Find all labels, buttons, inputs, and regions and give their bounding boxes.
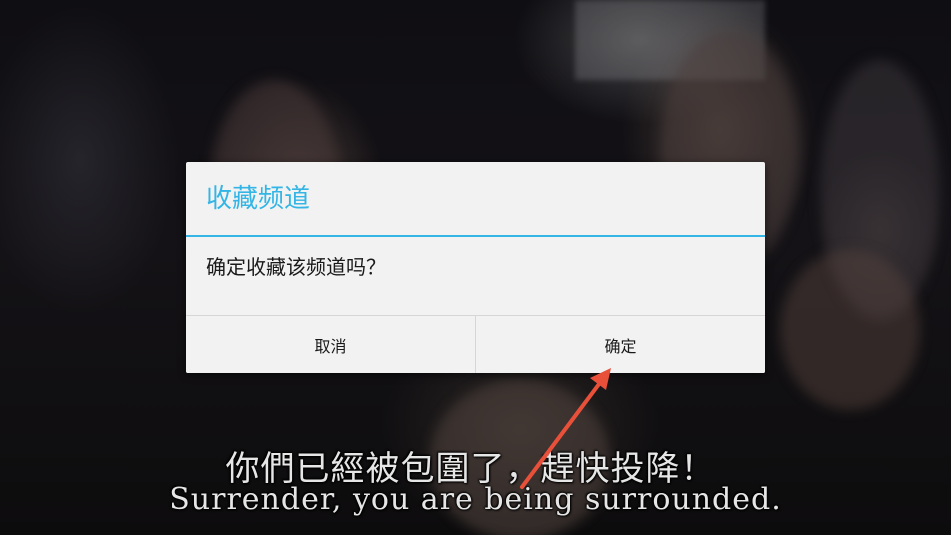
- dialog-message: 确定收藏该频道吗？: [206, 255, 386, 279]
- favorite-channel-dialog: 收藏频道 确定收藏该频道吗？ 取消 确定: [186, 162, 765, 373]
- video-subtitle-english: Surrender, you are being surrounded.: [169, 482, 782, 517]
- video-player-screen: 你們已經被包圍了，趕快投降！ Surrender, you are being …: [0, 0, 951, 535]
- confirm-button[interactable]: 确定: [475, 316, 765, 373]
- cancel-button[interactable]: 取消: [186, 316, 475, 373]
- dialog-button-bar: 取消 确定: [186, 315, 765, 373]
- background-figure: [780, 250, 920, 410]
- dialog-title: 收藏频道: [186, 162, 765, 237]
